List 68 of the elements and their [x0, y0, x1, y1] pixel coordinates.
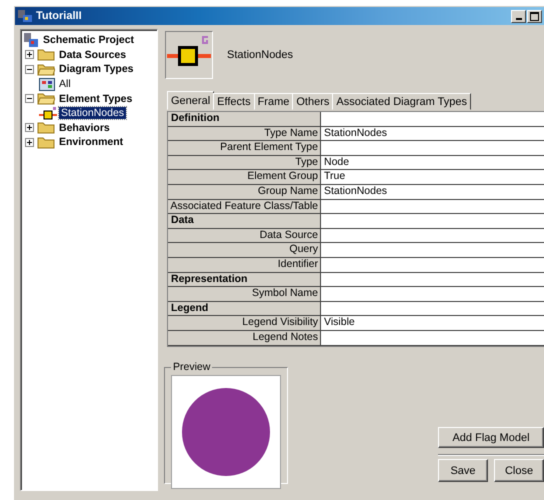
project-icon: [23, 32, 39, 48]
property-label: Type Name: [168, 126, 321, 142]
section-header: Data: [168, 214, 321, 229]
property-label: Legend Visibility: [168, 316, 321, 331]
property-label: Parent Element Type: [168, 141, 321, 156]
folder-icon: [37, 92, 55, 106]
property-label: Symbol Name: [168, 287, 321, 302]
collapse-icon[interactable]: [25, 64, 34, 74]
value-cell[interactable]: True: [321, 170, 544, 185]
tab[interactable]: Others: [292, 93, 334, 110]
property-label: Query: [168, 243, 321, 258]
value-cell[interactable]: [321, 112, 544, 127]
section-header: Legend: [168, 302, 321, 316]
property-label: Data Source: [168, 228, 321, 244]
value-cell[interactable]: [321, 330, 544, 346]
property-label: Associated Feature Class/Table: [168, 200, 321, 214]
property-label: Element Group: [168, 170, 321, 185]
element-name: StationNodes: [227, 49, 294, 61]
tab[interactable]: Associated Diagram Types: [332, 93, 472, 110]
value-cell[interactable]: [321, 272, 544, 288]
maximize-icon: [530, 12, 539, 20]
minimize-button[interactable]: [511, 10, 526, 22]
tree-item[interactable]: Element Types: [57, 92, 134, 105]
property-label: Legend Notes: [168, 330, 321, 346]
value-cell[interactable]: [321, 214, 544, 229]
expand-icon[interactable]: [25, 123, 34, 132]
tree-item[interactable]: All: [57, 78, 73, 90]
save-button[interactable]: Save: [438, 459, 488, 482]
value-cell[interactable]: Visible: [321, 316, 544, 331]
value-cell[interactable]: [321, 141, 544, 156]
folder-icon: [37, 62, 55, 76]
preview-label: Preview: [172, 361, 212, 373]
value-cell[interactable]: Node: [321, 156, 544, 170]
section-header: Representation: [168, 272, 321, 288]
property-label: Type: [168, 156, 321, 170]
property-label: Group Name: [168, 184, 321, 200]
window-title: TutorialII: [36, 10, 82, 22]
maximize-button[interactable]: [527, 10, 542, 22]
tree-item[interactable]: Schematic Project: [41, 34, 136, 46]
value-cell[interactable]: [321, 243, 544, 258]
expand-icon[interactable]: [25, 138, 34, 147]
folder-icon: [37, 48, 55, 62]
diagram-icon: [39, 78, 55, 91]
value-cell[interactable]: [321, 200, 544, 214]
tree-item[interactable]: Data Sources: [57, 48, 128, 61]
tree-item[interactable]: StationNodes: [59, 107, 126, 120]
tree-item[interactable]: Diagram Types: [57, 63, 136, 76]
tab[interactable]: Frame: [254, 93, 294, 110]
collapse-icon[interactable]: [25, 94, 34, 104]
value-cell[interactable]: StationNodes: [321, 184, 544, 200]
tab[interactable]: General: [167, 91, 214, 110]
app-icon: [17, 9, 33, 23]
expand-icon[interactable]: [25, 50, 34, 60]
value-cell[interactable]: StationNodes: [321, 126, 544, 142]
close-button[interactable]: Close: [494, 459, 544, 482]
add-flag-model-button[interactable]: Add Flag Model: [438, 427, 544, 448]
tab[interactable]: Effects: [213, 93, 255, 110]
value-cell[interactable]: [321, 228, 544, 244]
folder-icon: [37, 121, 55, 134]
value-cell[interactable]: [321, 302, 544, 316]
tree-item[interactable]: Behaviors: [57, 122, 112, 134]
node-icon: [39, 106, 57, 120]
folder-icon: [37, 136, 55, 149]
section-header: Definition: [168, 112, 321, 127]
value-cell[interactable]: [321, 258, 544, 273]
tree-item[interactable]: Environment: [57, 136, 126, 148]
value-cell[interactable]: [321, 287, 544, 302]
property-label: Identifier: [168, 258, 321, 273]
